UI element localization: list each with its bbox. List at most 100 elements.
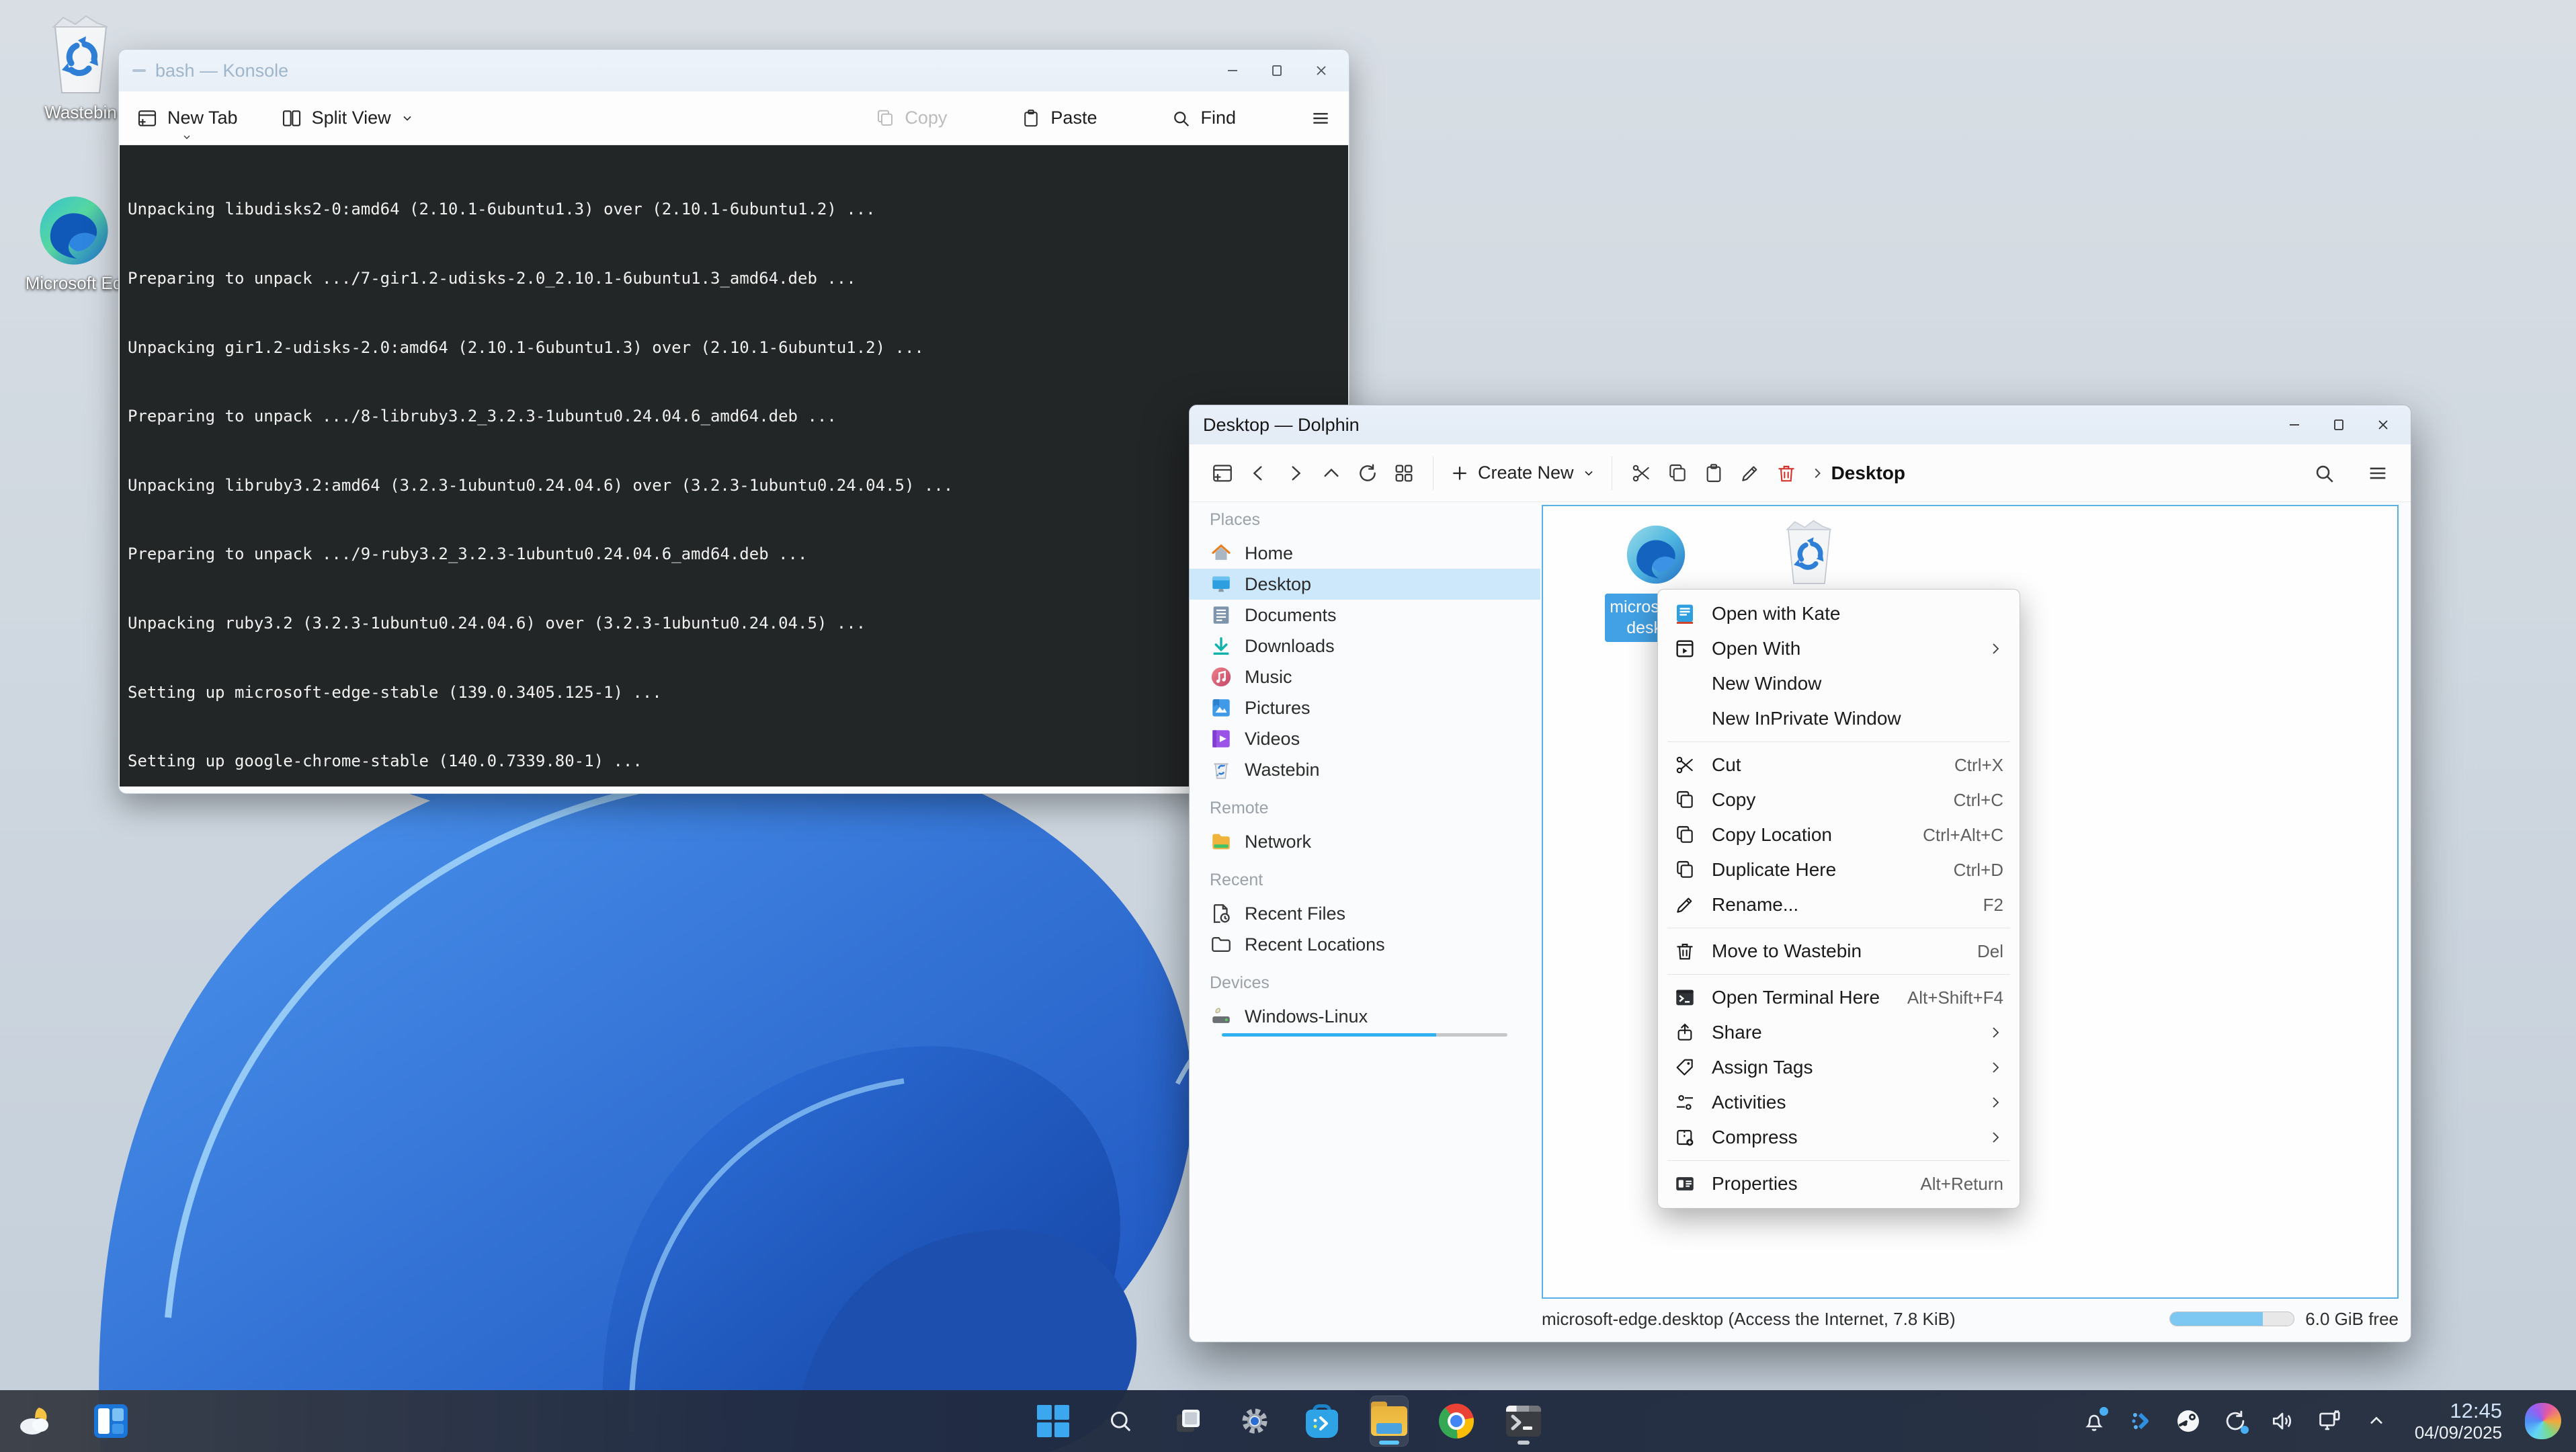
- menu-item-share[interactable]: Share: [1658, 1015, 2020, 1050]
- taskbar-search-icon[interactable]: [1101, 1396, 1140, 1447]
- close-icon[interactable]: [2361, 409, 2405, 441]
- forward-icon[interactable]: [1277, 455, 1313, 491]
- minimize-icon[interactable]: [1210, 54, 1255, 87]
- sidebar-item-recent-files[interactable]: Recent Files: [1190, 898, 1540, 929]
- sidebar-item-downloads[interactable]: Downloads: [1190, 631, 1540, 661]
- paste-icon: [1021, 108, 1041, 128]
- widgets-icon[interactable]: [94, 1404, 128, 1438]
- desktop-icon-label: Microsoft Ed: [20, 273, 128, 294]
- rename-icon[interactable]: [1732, 455, 1768, 491]
- copilot-icon[interactable]: [2525, 1403, 2561, 1439]
- settings-icon[interactable]: [1235, 1396, 1274, 1447]
- minimize-icon[interactable]: [2272, 409, 2317, 441]
- weather-widget-icon[interactable]: [16, 1405, 55, 1437]
- chevron-down-icon: [401, 112, 414, 125]
- copy-button[interactable]: Copy: [875, 108, 947, 128]
- cut-icon: [1671, 752, 1698, 778]
- menu-item-new-inprivate-window[interactable]: New InPrivate Window: [1658, 701, 2020, 736]
- running-app-indicator: [1518, 1441, 1530, 1445]
- maximize-icon[interactable]: [2317, 409, 2361, 441]
- disk-usage-bar: [2169, 1312, 2294, 1326]
- file-wastebin[interactable]: [1757, 520, 1862, 587]
- sidebar-item-pictures[interactable]: Pictures: [1190, 692, 1540, 723]
- breadcrumb[interactable]: Desktop: [1810, 462, 1905, 484]
- start-button[interactable]: [1034, 1396, 1073, 1447]
- refresh-icon[interactable]: [1349, 455, 1386, 491]
- compress-icon: [1671, 1124, 1698, 1151]
- new-tab-button[interactable]: New Tab: [136, 108, 238, 129]
- delete-icon[interactable]: [1768, 455, 1804, 491]
- menu-item-copy[interactable]: Copy Ctrl+C: [1658, 782, 2020, 817]
- new-tab-icon[interactable]: [1204, 455, 1241, 491]
- taskbar-app-chrome[interactable]: [1437, 1396, 1476, 1447]
- chevron-down-icon[interactable]: [181, 132, 192, 143]
- search-icon: [1171, 108, 1191, 128]
- sidebar-item-music[interactable]: Music: [1190, 661, 1540, 692]
- up-icon[interactable]: [1313, 455, 1349, 491]
- submenu-arrow-icon: [1987, 1094, 2003, 1111]
- menu-item-open-with[interactable]: Open With: [1658, 631, 2020, 666]
- menu-item-new-window[interactable]: New Window: [1658, 666, 2020, 701]
- paste-button[interactable]: Paste: [1021, 108, 1097, 128]
- create-new-button[interactable]: Create New: [1450, 462, 1595, 483]
- dolphin-title: Desktop — Dolphin: [1203, 415, 1360, 436]
- icon-view-icon[interactable]: [1386, 455, 1422, 491]
- desktop-icon-edge[interactable]: Microsoft Ed: [20, 194, 128, 294]
- menu-separator: [1667, 974, 2010, 975]
- kde-connect-icon[interactable]: [2126, 1406, 2157, 1437]
- menu-item-move-to-wastebin[interactable]: Move to Wastebin Del: [1658, 934, 2020, 969]
- paste-icon[interactable]: [1696, 455, 1732, 491]
- sidebar-item-videos[interactable]: Videos: [1190, 723, 1540, 754]
- menu-item-duplicate-here[interactable]: Duplicate Here Ctrl+D: [1658, 852, 2020, 887]
- konsole-titlebar[interactable]: bash — Konsole: [119, 50, 1349, 91]
- notifications-bell-icon[interactable]: [2079, 1406, 2110, 1437]
- sidebar-item-documents[interactable]: Documents: [1190, 600, 1540, 631]
- network-folder-icon: [1210, 830, 1233, 853]
- clock-date: 04/09/2025: [2415, 1423, 2502, 1443]
- sidebar-item-recent-locations[interactable]: Recent Locations: [1190, 929, 1540, 960]
- dolphin-titlebar[interactable]: Desktop — Dolphin: [1190, 405, 2411, 444]
- chevron-down-icon: [1582, 467, 1595, 480]
- back-icon[interactable]: [1241, 455, 1277, 491]
- close-icon[interactable]: [1299, 54, 1343, 87]
- taskbar-app-dolphin[interactable]: [1370, 1396, 1409, 1447]
- home-icon: [1210, 542, 1233, 565]
- tray-expander-chevron-icon[interactable]: [2361, 1406, 2392, 1437]
- steam-icon[interactable]: [2173, 1406, 2204, 1437]
- maximize-icon[interactable]: [1255, 54, 1299, 87]
- search-icon[interactable]: [2306, 455, 2342, 491]
- context-menu: Open with Kate Open With New Window New …: [1657, 589, 2020, 1209]
- menu-item-assign-tags[interactable]: Assign Tags: [1658, 1050, 2020, 1085]
- copy-icon[interactable]: [1659, 455, 1696, 491]
- find-button[interactable]: Find: [1171, 108, 1236, 128]
- sidebar-item-home[interactable]: Home: [1190, 538, 1540, 569]
- menu-item-activities[interactable]: Activities: [1658, 1085, 2020, 1120]
- sidebar-item-network[interactable]: Network: [1190, 826, 1540, 857]
- terminal-output[interactable]: Unpacking libudisks2-0:amd64 (2.10.1-6ub…: [120, 145, 1348, 787]
- sidebar-item-windows-linux[interactable]: Windows-Linux: [1190, 1001, 1540, 1032]
- hamburger-menu-icon[interactable]: [2360, 455, 2396, 491]
- sidebar-item-label: Recent Files: [1245, 903, 1345, 924]
- menu-item-properties[interactable]: Properties Alt+Return: [1658, 1166, 2020, 1201]
- chevron-right-icon: [1810, 466, 1825, 481]
- split-view-button[interactable]: Split View: [281, 108, 414, 129]
- menu-item-copy-location[interactable]: Copy Location Ctrl+Alt+C: [1658, 817, 2020, 852]
- hamburger-menu-icon[interactable]: [1310, 108, 1331, 129]
- updates-sync-icon[interactable]: [2220, 1406, 2251, 1437]
- display-device-icon[interactable]: [2314, 1406, 2345, 1437]
- menu-item-compress[interactable]: Compress: [1658, 1120, 2020, 1155]
- discover-store-icon[interactable]: [1302, 1396, 1341, 1447]
- sidebar-item-wastebin[interactable]: Wastebin: [1190, 754, 1540, 785]
- volume-icon[interactable]: [2267, 1406, 2298, 1437]
- sidebar-item-desktop[interactable]: Desktop: [1190, 569, 1540, 600]
- open-with-icon: [1671, 635, 1698, 662]
- cut-icon[interactable]: [1623, 455, 1659, 491]
- menu-item-open-with-kate[interactable]: Open with Kate: [1658, 596, 2020, 631]
- clock[interactable]: 12:45 04/09/2025: [2415, 1399, 2502, 1443]
- task-view-icon[interactable]: [1168, 1396, 1207, 1447]
- menu-item-rename[interactable]: Rename... F2: [1658, 887, 2020, 922]
- taskbar-app-konsole[interactable]: [1504, 1396, 1543, 1447]
- menu-item-open-terminal-here[interactable]: Open Terminal Here Alt+Shift+F4: [1658, 980, 2020, 1015]
- copy-label: Copy: [905, 108, 947, 128]
- menu-item-cut[interactable]: Cut Ctrl+X: [1658, 748, 2020, 782]
